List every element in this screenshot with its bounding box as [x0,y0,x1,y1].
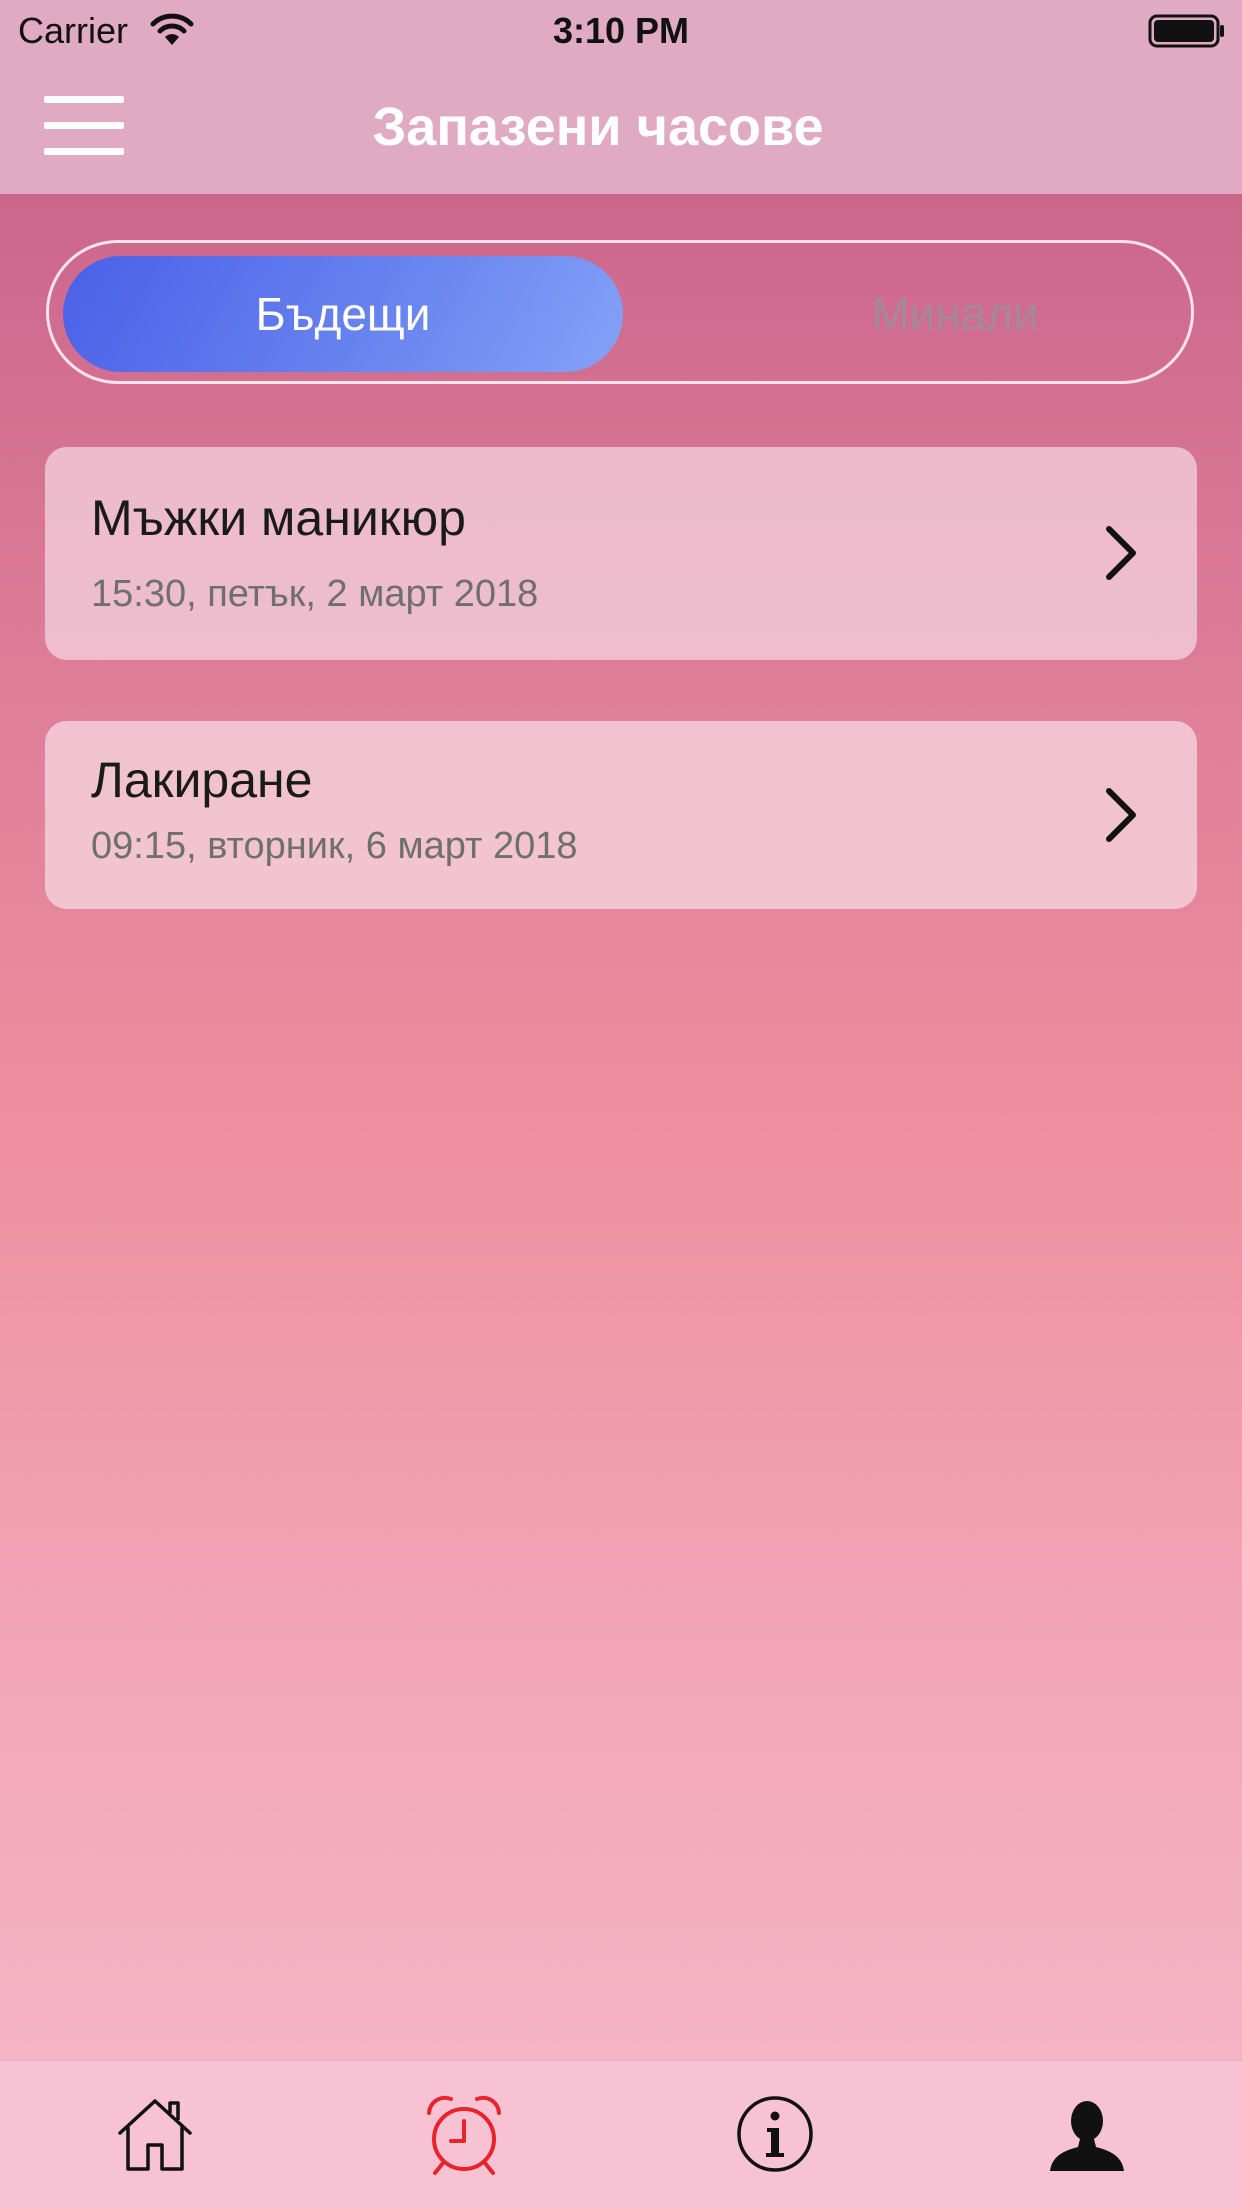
appointment-datetime: 09:15, вторник, 6 март 2018 [91,825,578,867]
appointment-datetime: 15:30, петък, 2 март 2018 [91,573,539,615]
info-icon[interactable] [730,2089,820,2179]
page-title: Запазени часове [372,97,824,157]
appointment-card[interactable]: Лакиране 09:15, вторник, 6 март 2018 [45,721,1197,909]
appointments-segmented-control: Бъдещи Минали [46,240,1194,384]
alarm-clock-icon[interactable] [419,2089,509,2179]
home-icon[interactable] [110,2089,200,2179]
segment-past[interactable]: Минали [675,256,1235,372]
chevron-right-icon [1106,526,1136,580]
chevron-right-icon [1106,788,1136,842]
status-bar: Carrier 3:10 PM [0,0,1242,62]
appointment-title: Мъжки маникюр [91,490,466,546]
appointment-title: Лакиране [91,752,313,808]
profile-icon[interactable] [1042,2089,1132,2179]
battery-icon [1148,14,1224,48]
nav-bar: Запазени часове [0,62,1242,194]
segment-future[interactable]: Бъдещи [63,256,623,372]
appointment-card[interactable]: Мъжки маникюр 15:30, петък, 2 март 2018 [45,447,1197,660]
tab-bar [0,2060,1242,2209]
status-time: 3:10 PM [552,10,690,51]
